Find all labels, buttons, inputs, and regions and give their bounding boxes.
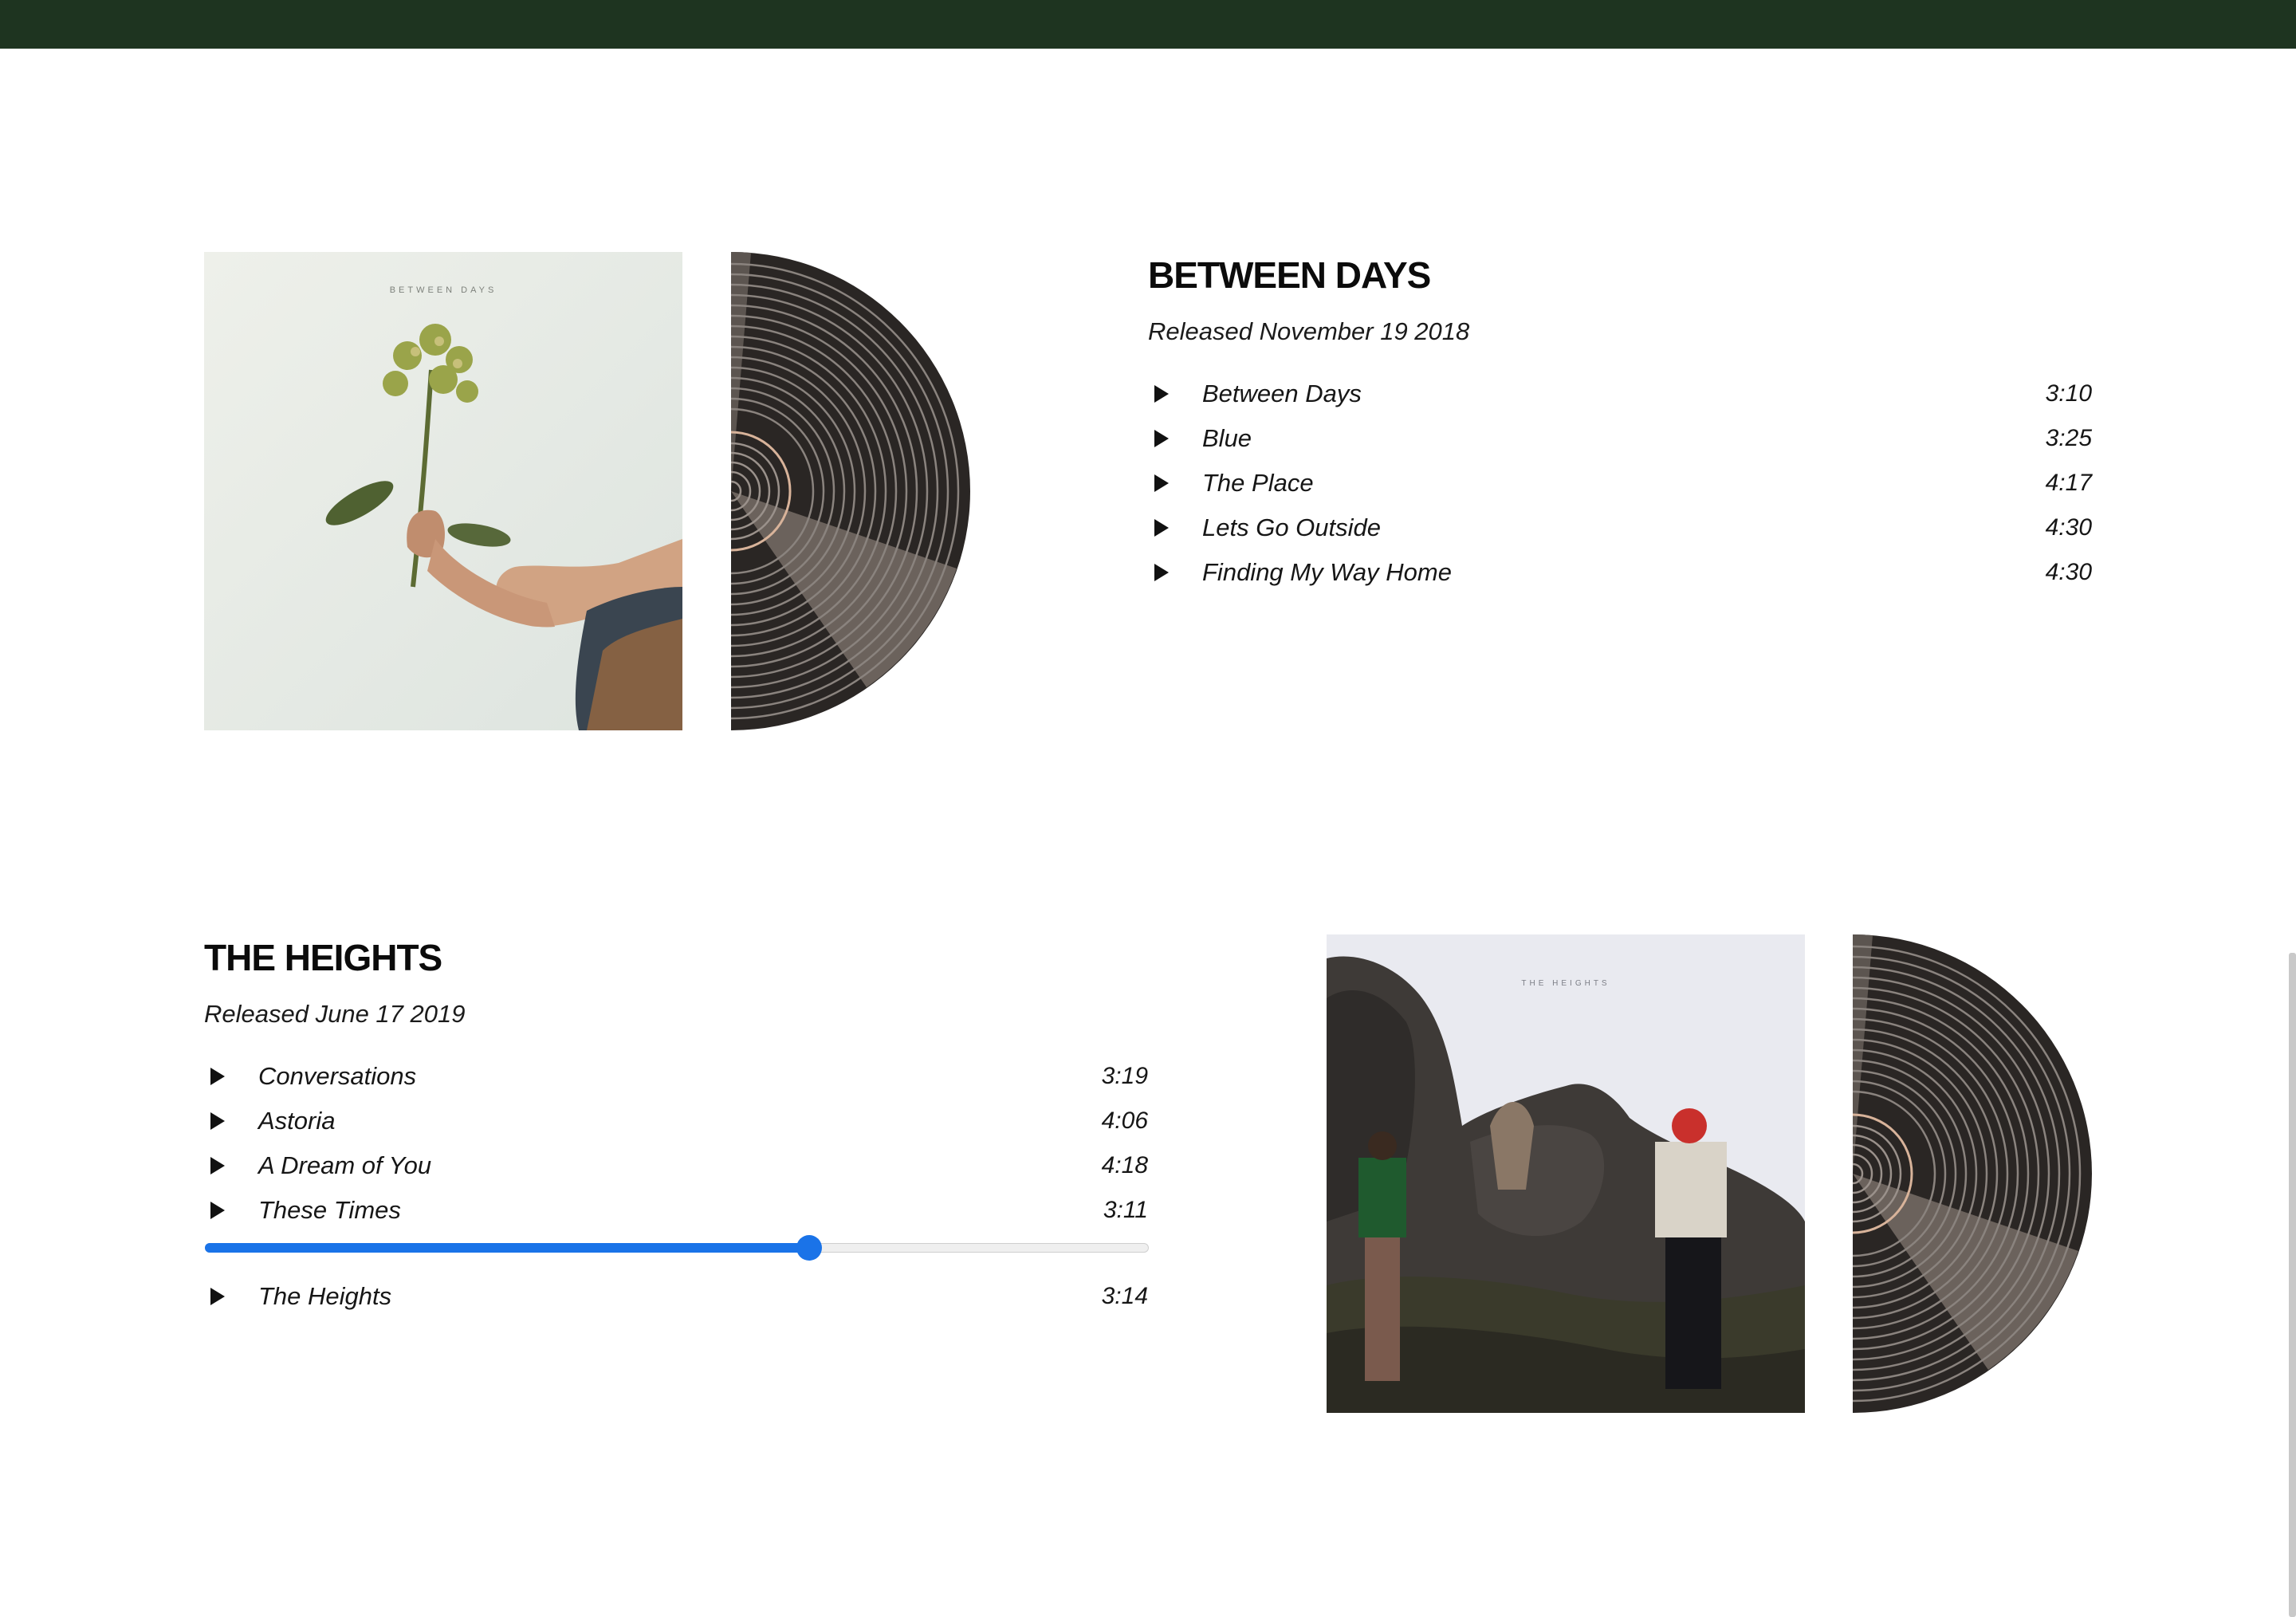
track-duration: 4:17 bbox=[2045, 470, 2092, 496]
play-icon[interactable] bbox=[210, 1157, 225, 1174]
play-icon[interactable] bbox=[210, 1288, 225, 1305]
release-date: Released June 17 2019 bbox=[204, 1000, 466, 1028]
album-cover-between-days: BETWEEN DAYS bbox=[204, 252, 682, 730]
track-row[interactable]: The Place 4:17 bbox=[1148, 461, 2092, 506]
progress-fill bbox=[205, 1243, 809, 1253]
track-row[interactable]: These Times 3:11 bbox=[204, 1188, 1148, 1233]
track-name: Conversations bbox=[258, 1062, 417, 1090]
play-icon[interactable] bbox=[1154, 474, 1169, 492]
album-cover-the-heights: THE HEIGHTS bbox=[1327, 934, 1805, 1413]
track-row[interactable]: Lets Go Outside 4:30 bbox=[1148, 506, 2092, 550]
track-name: Blue bbox=[1202, 424, 1252, 452]
play-icon[interactable] bbox=[210, 1112, 225, 1130]
track-name: The Place bbox=[1202, 469, 1314, 497]
track-duration: 4:30 bbox=[2045, 559, 2092, 585]
track-row[interactable]: Finding My Way Home 4:30 bbox=[1148, 550, 2092, 595]
album-title: BETWEEN DAYS bbox=[1148, 254, 1431, 296]
track-duration: 4:30 bbox=[2045, 514, 2092, 541]
play-icon[interactable] bbox=[1154, 385, 1169, 403]
track-duration: 4:06 bbox=[1101, 1108, 1148, 1134]
top-navigation-bar bbox=[0, 0, 2296, 49]
track-duration: 4:18 bbox=[1101, 1152, 1148, 1178]
track-duration: 3:25 bbox=[2045, 425, 2092, 451]
release-date: Released November 19 2018 bbox=[1148, 317, 1470, 345]
track-row[interactable]: Astoria 4:06 bbox=[204, 1099, 1148, 1143]
progress-thumb[interactable] bbox=[796, 1235, 822, 1261]
track-row[interactable]: A Dream of You 4:18 bbox=[204, 1143, 1148, 1188]
cover-title-text: BETWEEN DAYS bbox=[389, 285, 497, 295]
track-row[interactable]: Blue 3:25 bbox=[1148, 416, 2092, 461]
track-duration: 3:11 bbox=[1103, 1197, 1148, 1223]
track-duration: 3:10 bbox=[2045, 380, 2092, 407]
track-name: Finding My Way Home bbox=[1202, 558, 1452, 586]
page-scrollbar[interactable] bbox=[2289, 953, 2296, 1617]
track-name: Between Days bbox=[1202, 380, 1362, 407]
track-row[interactable]: Between Days 3:10 bbox=[1148, 372, 2092, 416]
track-progress-slider[interactable] bbox=[205, 1233, 1149, 1262]
track-name: The Heights bbox=[258, 1282, 392, 1310]
track-name: Lets Go Outside bbox=[1202, 513, 1382, 541]
track-duration: 3:19 bbox=[1101, 1063, 1148, 1089]
play-icon[interactable] bbox=[1154, 519, 1169, 537]
track-name: Astoria bbox=[258, 1107, 336, 1135]
track-name: These Times bbox=[258, 1196, 401, 1224]
track-name: A Dream of You bbox=[258, 1151, 432, 1179]
cover-title-text: THE HEIGHTS bbox=[1521, 979, 1610, 988]
play-icon[interactable] bbox=[1154, 564, 1169, 581]
play-icon[interactable] bbox=[1154, 430, 1169, 447]
album-title: THE HEIGHTS bbox=[204, 937, 442, 978]
play-icon[interactable] bbox=[210, 1068, 225, 1085]
play-icon[interactable] bbox=[210, 1202, 225, 1219]
track-duration: 3:14 bbox=[1101, 1283, 1148, 1309]
track-row[interactable]: Conversations 3:19 bbox=[204, 1054, 1148, 1099]
track-row[interactable]: The Heights 3:14 bbox=[204, 1274, 1148, 1319]
